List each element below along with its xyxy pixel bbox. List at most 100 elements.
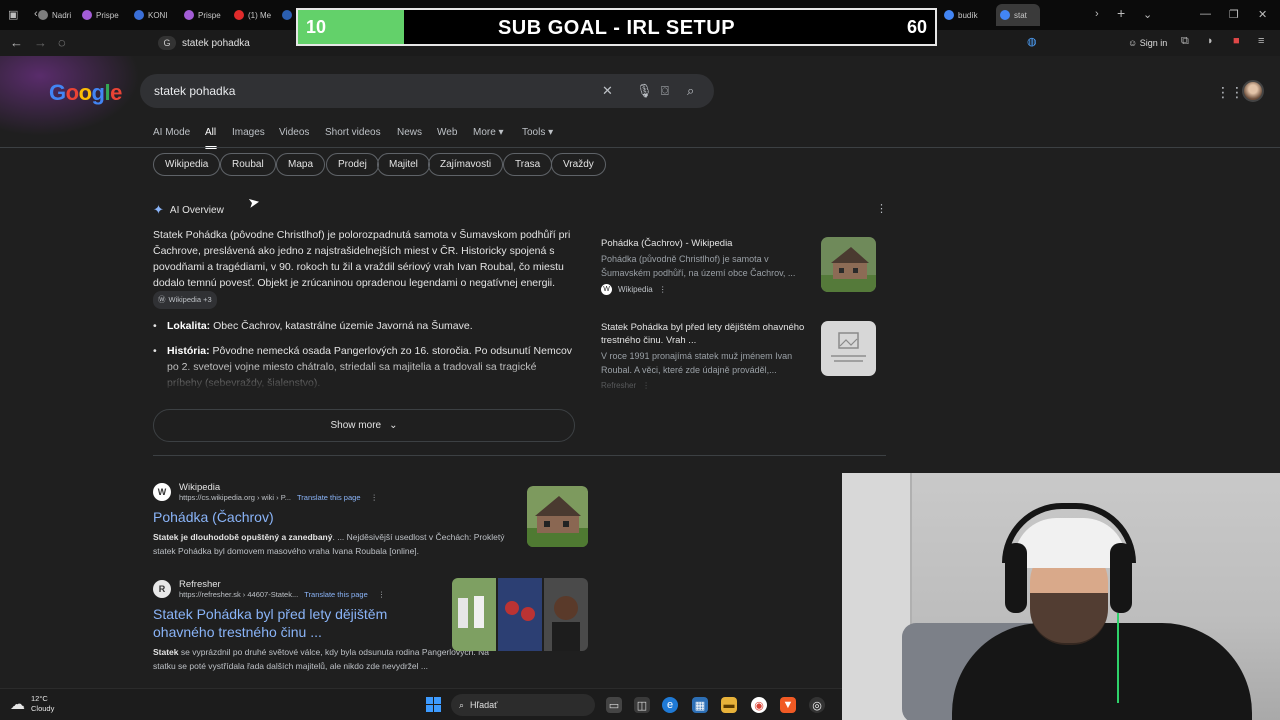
browser-tab[interactable]: (1) Me	[234, 6, 278, 24]
tab-videos[interactable]: Videos	[279, 127, 309, 138]
browser-tab[interactable]: Nadri	[38, 6, 72, 24]
sub-goal-target: 60	[906, 17, 927, 37]
chip-majitel[interactable]: Majitel	[377, 153, 430, 176]
clear-icon[interactable]: ✕	[602, 83, 613, 99]
search-icon: ⌕	[459, 699, 465, 710]
extension-badge-icon[interactable]: ■	[1233, 35, 1240, 47]
wikipedia-icon: W	[153, 483, 171, 501]
tab-search-icon[interactable]: ⌄	[1143, 8, 1152, 21]
loading-icon[interactable]: ◌	[58, 35, 66, 50]
browser-tab[interactable]: budík	[944, 6, 992, 24]
globe-icon[interactable]: ◍	[1027, 35, 1037, 48]
more-options-icon[interactable]: ⋮	[378, 590, 386, 599]
tab-web[interactable]: Web	[437, 127, 457, 138]
browser-tab[interactable]: Prispe	[184, 6, 230, 24]
windows-taskbar: ☁ 12°C Cloudy ⌕ Hľadať ▭ ◫ e ▦ ▬ ◉ ▼ ◎	[0, 688, 842, 720]
avatar[interactable]	[1242, 80, 1264, 102]
divider	[153, 455, 886, 456]
more-options-icon[interactable]: ⋮	[659, 285, 667, 294]
result-url[interactable]: https://refresher.sk › 44607-Statek... Tr…	[179, 590, 385, 599]
source-pill[interactable]: Ⓦ Wikipedia +3	[153, 291, 217, 309]
camera-icon[interactable]: ⌼	[661, 83, 669, 99]
result-title-link[interactable]: Statek Pohádka byl před lety dějištěm oh…	[153, 605, 443, 641]
chip-vraždy[interactable]: Vraždy	[551, 153, 606, 176]
extension-icon[interactable]: ◗	[1207, 35, 1214, 47]
microphone-icon[interactable]: 🎙	[636, 83, 653, 99]
browser-tab[interactable]: Prispe	[82, 6, 128, 24]
chip-roubal[interactable]: Roubal	[220, 153, 276, 176]
result-url[interactable]: https://cs.wikipedia.org › wiki › P... Tr…	[179, 493, 378, 502]
result-title-link[interactable]: Pohádka (Čachrov)	[153, 508, 443, 526]
address-text: statek pohadka	[182, 37, 250, 49]
store-icon[interactable]: ◫	[634, 697, 650, 713]
tabs-scroll-right-icon[interactable]: ›	[1095, 8, 1099, 20]
chip-wikipedia[interactable]: Wikipedia	[153, 153, 221, 176]
tab-short-videos[interactable]: Short videos	[325, 127, 381, 138]
chip-trasa[interactable]: Trasa	[503, 153, 553, 176]
tab-news[interactable]: News	[397, 127, 422, 138]
chevron-down-icon: ⌄	[389, 420, 398, 431]
weather-widget[interactable]: ☁ 12°C Cloudy	[10, 694, 54, 714]
translate-link[interactable]: Translate this page	[304, 590, 368, 599]
tab-actions-icon[interactable]: ▣	[8, 8, 18, 21]
cloud-icon: ☁	[10, 696, 25, 713]
farmhouse-thumbnail	[821, 237, 876, 292]
tab-favicon-icon	[944, 10, 954, 20]
tab-favicon-icon	[82, 10, 92, 20]
close-window-icon[interactable]: ✕	[1258, 8, 1267, 21]
ai-overview-header: ✦ AI Overview	[153, 202, 224, 218]
file-explorer-icon[interactable]: ▬	[721, 697, 737, 713]
chip-mapa[interactable]: Mapa	[276, 153, 326, 176]
tab-label: Prispe	[198, 10, 221, 20]
translate-link[interactable]: Translate this page	[297, 493, 361, 502]
menu-icon[interactable]: ≡	[1258, 35, 1264, 47]
tab-all[interactable]: All	[205, 127, 216, 138]
source-card[interactable]: Statek Pohádka byl před lety dějištěm oh…	[601, 321, 885, 390]
tab-tools[interactable]: Tools ▾	[522, 127, 553, 138]
tab-ai-mode[interactable]: AI Mode	[153, 127, 190, 138]
task-view-icon[interactable]: ▭	[606, 697, 622, 713]
more-options-icon[interactable]: ⋮	[876, 202, 887, 215]
tab-images[interactable]: Images	[232, 127, 265, 138]
headphone-cable	[1117, 613, 1119, 703]
search-box[interactable]: statek pohadka ✕ 🎙 ⌼ ⌕	[140, 74, 714, 108]
extensions-icon[interactable]: ⧉	[1181, 35, 1189, 48]
source-card[interactable]: Pohádka (Čachrov) - Wikipedia Pohádka (p…	[601, 237, 885, 295]
fade-overlay	[150, 361, 590, 391]
brave-icon[interactable]: ▼	[780, 697, 796, 713]
app-icon[interactable]: ▦	[692, 697, 708, 713]
sign-in-button[interactable]: ☺ Sign in	[1128, 38, 1167, 48]
edge-icon[interactable]: e	[662, 697, 678, 713]
more-options-icon[interactable]: ⋮	[642, 381, 650, 390]
wikipedia-icon: Ⓦ	[158, 295, 166, 304]
back-icon[interactable]: ←	[10, 35, 23, 50]
show-more-button[interactable]: Show more ⌄	[153, 409, 575, 442]
photo-collage-thumbnail[interactable]	[452, 578, 588, 651]
browser-tab[interactable]: ŠK B	[282, 6, 292, 24]
mouse-cursor-icon: ➤	[246, 193, 261, 211]
farmhouse-thumbnail[interactable]	[527, 486, 588, 547]
obs-icon[interactable]: ◎	[809, 697, 825, 713]
webcam-shirt	[952, 623, 1252, 720]
search-input[interactable]: statek pohadka	[154, 84, 235, 98]
more-options-icon[interactable]: ⋮	[371, 493, 379, 502]
browser-tab[interactable]: stat	[996, 4, 1040, 26]
site-info-icon[interactable]: G	[158, 36, 176, 50]
tab-label: KONI	[148, 10, 168, 20]
start-button[interactable]	[426, 697, 441, 712]
google-logo[interactable]: Google	[49, 80, 122, 106]
chip-zajímavosti[interactable]: Zajímavosti	[428, 153, 504, 176]
tab-label: Nadri	[52, 10, 72, 20]
maximize-icon[interactable]: ❐	[1229, 8, 1239, 21]
browser-tab[interactable]: KONI	[134, 6, 180, 24]
tab-more[interactable]: More ▾	[473, 127, 504, 138]
new-tab-icon[interactable]: +	[1117, 5, 1125, 21]
chip-prodej[interactable]: Prodej	[326, 153, 379, 176]
tab-label: budík	[958, 10, 978, 20]
forward-icon[interactable]: →	[34, 35, 47, 50]
tab-label: stat	[1014, 10, 1027, 20]
taskbar-search[interactable]: ⌕ Hľadať	[451, 694, 595, 716]
minimize-icon[interactable]: —	[1200, 8, 1211, 20]
search-icon[interactable]: ⌕	[687, 83, 694, 99]
chrome-icon[interactable]: ◉	[751, 697, 767, 713]
